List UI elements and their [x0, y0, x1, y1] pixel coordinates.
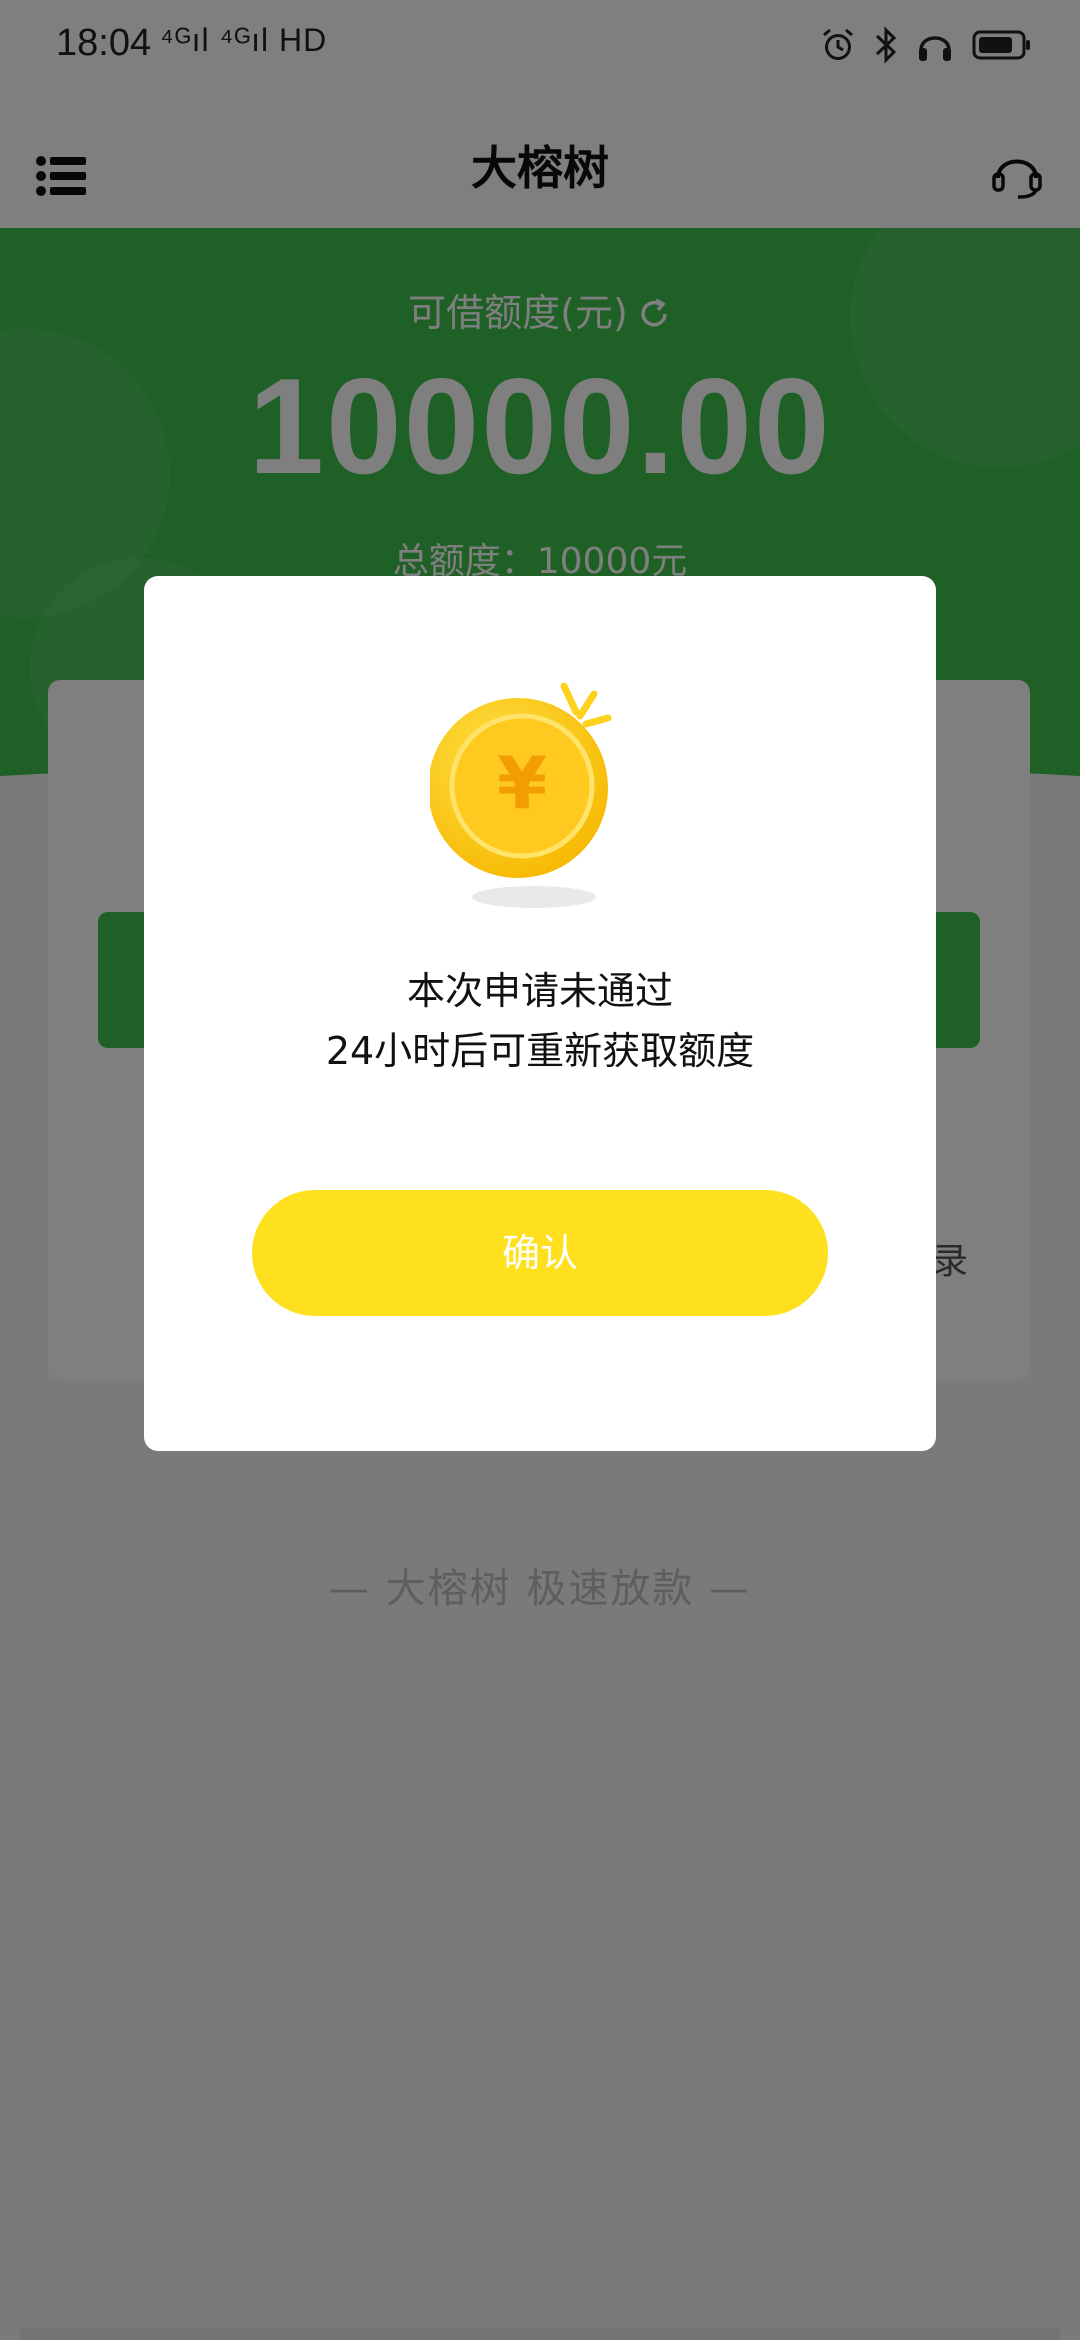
dialog-message-line-2: 24小时后可重新获取额度 [325, 1029, 755, 1073]
yuan-coin-icon: ¥ [428, 676, 660, 916]
confirm-button[interactable]: 确认 [252, 1190, 828, 1316]
screen: 18:04 ⁴ᴳıl ⁴ᴳıl HD [0, 0, 1080, 2340]
dialog-message-line-1: 本次申请未通过 [406, 969, 673, 1013]
rejection-dialog: ¥ 本次申请未通过 24小时后可重新获取额度 确认 [144, 576, 936, 1451]
svg-text:¥: ¥ [497, 741, 547, 825]
